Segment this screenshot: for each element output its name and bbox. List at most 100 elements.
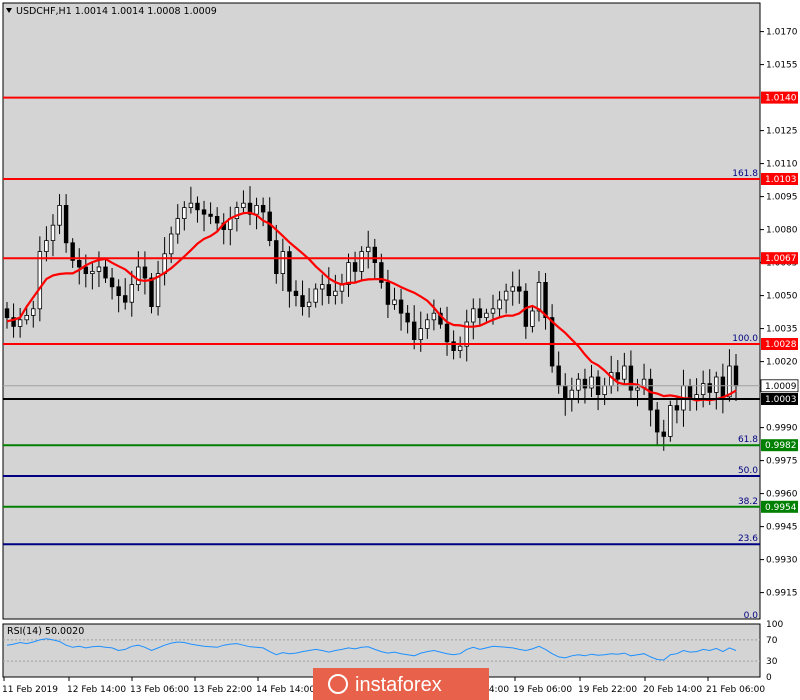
time-axis-label: 12 Feb 14:00	[67, 685, 126, 695]
candle-body	[372, 246, 377, 263]
candle-body	[602, 385, 607, 395]
candle-body	[707, 383, 712, 393]
level-price-label: 1.0067	[765, 254, 797, 264]
candle-body	[530, 310, 535, 327]
candle-body	[293, 290, 299, 297]
time-axis-label: 13 Feb 06:00	[130, 685, 189, 695]
candle-body	[727, 365, 732, 398]
candle-body	[359, 251, 364, 272]
candle-body	[622, 365, 627, 380]
candle-body	[385, 281, 391, 305]
candle-body	[103, 266, 108, 279]
candle-body	[398, 299, 404, 314]
time-axis-label: 11 Feb 2019	[2, 685, 58, 695]
rsi-label: RSI(14) 50.0020	[7, 626, 84, 637]
candle-body	[37, 251, 43, 310]
candle-body	[352, 262, 358, 272]
price-tick-label: 0.9960	[766, 490, 798, 500]
candle-body	[418, 328, 423, 341]
chart-window: 1.0170 1.0155 1.0125 1.0110 1.0095 1.0080 1.00…	[0, 0, 800, 700]
candle-body	[50, 224, 56, 241]
candle-body	[582, 378, 588, 389]
candle-body	[457, 345, 463, 352]
time-axis-label: 19 Feb 06:00	[513, 685, 572, 695]
current-price-label: 1.0009	[765, 382, 797, 392]
candle-body	[431, 312, 437, 321]
price-tick-label: 1.0035	[766, 325, 798, 335]
time-axis-label: 19 Feb 22:00	[578, 685, 637, 695]
candle-body	[714, 376, 719, 393]
fib-label: 38.2	[738, 497, 758, 507]
candle-body	[63, 204, 69, 244]
candle-body	[195, 202, 200, 211]
candle-body	[510, 286, 515, 292]
candle-body	[333, 290, 338, 297]
price-tick-label: 0.9930	[766, 556, 798, 566]
candle-body	[615, 372, 620, 380]
candle-body	[477, 308, 483, 318]
candle-body	[4, 308, 10, 318]
candle-body	[503, 290, 509, 301]
fib-label: 61.8	[738, 435, 758, 445]
candle-body	[96, 266, 102, 272]
price-tick-label: 1.0170	[766, 28, 798, 38]
level-price-label: 1.0140	[765, 94, 797, 104]
time-axis-label: 13 Feb 22:00	[193, 685, 252, 695]
candle-body	[700, 383, 706, 396]
time-axis-label: 21 Feb 06:00	[706, 685, 765, 695]
candle-body	[306, 301, 312, 308]
candle-body	[17, 319, 23, 327]
candle-body	[549, 317, 555, 367]
level-price-label: 1.0003	[765, 395, 797, 405]
candle-body	[182, 207, 187, 220]
candle-body	[24, 314, 29, 321]
time-axis-label: 20 Feb 14:00	[643, 685, 702, 695]
plot-area	[2, 2, 761, 620]
candle-body	[57, 204, 62, 226]
level-price-label: 0.9954	[765, 503, 797, 513]
candle-body	[366, 246, 371, 252]
candle-body	[471, 308, 476, 323]
candle-body	[214, 215, 220, 224]
candle-body	[654, 409, 660, 433]
candle-body	[497, 299, 502, 310]
candle-body	[201, 209, 207, 215]
candle-body	[556, 365, 561, 387]
candle-body	[687, 385, 693, 400]
candle-body	[313, 288, 318, 303]
candle-body	[188, 202, 194, 208]
candle-body	[733, 365, 739, 387]
candle-body	[142, 266, 148, 279]
candle-body	[635, 387, 640, 391]
candle-body	[576, 378, 581, 391]
fib-label: 23.6	[738, 534, 758, 544]
price-tick-label: 1.0155	[766, 61, 798, 71]
candle-body	[405, 312, 410, 323]
candle-body	[168, 233, 174, 255]
candle-body	[589, 376, 594, 389]
chart-title: USDCHF,H1 1.0014 1.0014 1.0008 1.0009	[16, 6, 217, 17]
candle-body	[254, 204, 259, 215]
rsi-tick-label: 100	[766, 620, 783, 630]
price-tick-label: 1.0080	[766, 226, 798, 236]
rsi-tick-label: 70	[766, 636, 778, 646]
candle-body	[300, 295, 305, 308]
candle-body	[123, 295, 128, 303]
candle-body	[260, 204, 266, 213]
price-tick-label: 1.0050	[766, 292, 798, 302]
candle-body	[346, 262, 351, 286]
price-tick-label: 0.9915	[766, 589, 798, 599]
candle-body	[31, 308, 36, 316]
price-tick-label: 1.0020	[766, 358, 798, 368]
candle-body	[392, 299, 397, 305]
rsi-tick-label: 30	[766, 657, 778, 667]
candle-body	[208, 213, 213, 217]
candle-body	[569, 389, 575, 400]
price-tick-label: 0.9990	[766, 424, 798, 434]
candle-body	[175, 218, 180, 235]
fib-label: 100.0	[732, 334, 758, 344]
candle-body	[444, 323, 450, 343]
level-price-label: 1.0103	[765, 175, 797, 185]
candle-body	[668, 405, 673, 437]
candle-body	[83, 266, 89, 274]
